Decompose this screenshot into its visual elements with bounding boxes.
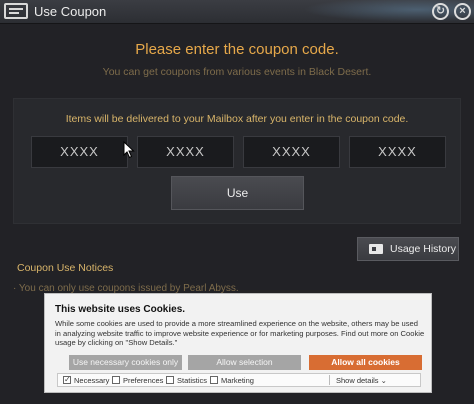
coupon-entry-panel: Items will be delivered to your Mailbox … (13, 98, 461, 224)
coupon-icon (4, 3, 28, 19)
notices-title: Coupon Use Notices (17, 262, 114, 274)
chevron-down-icon: ⌄ (380, 376, 387, 385)
cookie-body: While some cookies are used to provide a… (55, 319, 425, 347)
necessary-cookies-button[interactable]: Use necessary cookies only (69, 355, 182, 370)
option-necessary[interactable]: Necessary (63, 374, 110, 386)
page-subheading: You can get coupons from various events … (102, 66, 372, 78)
coupon-code-input-4[interactable]: XXXX (349, 136, 446, 168)
coupon-code-input-1[interactable]: XXXX (31, 136, 128, 168)
checkbox-statistics[interactable] (166, 376, 174, 384)
option-statistics[interactable]: Statistics (166, 375, 207, 386)
usage-history-label: Usage History (390, 243, 456, 255)
coupon-code-input-2[interactable]: XXXX (137, 136, 234, 168)
refresh-icon[interactable]: ↻ (432, 3, 449, 20)
allow-all-cookies-button[interactable]: Allow all cookies (309, 355, 422, 370)
cookie-options-bar: Necessary Preferences Statistics Marketi… (57, 373, 421, 387)
checkbox-preferences[interactable] (112, 376, 120, 384)
allow-selection-button[interactable]: Allow selection (188, 355, 301, 370)
cookie-consent-banner: This website uses Cookies. While some co… (44, 293, 432, 393)
close-icon[interactable]: × (454, 3, 471, 20)
ticket-icon (369, 244, 383, 254)
checkbox-marketing[interactable] (210, 376, 218, 384)
page-heading: Please enter the coupon code. (135, 41, 339, 58)
window-title: Use Coupon (34, 4, 107, 19)
cookie-title: This website uses Cookies. (55, 304, 186, 315)
option-marketing[interactable]: Marketing (210, 375, 254, 386)
show-details-label: Show details (336, 376, 379, 385)
use-button[interactable]: Use (171, 176, 304, 210)
title-bar: Use Coupon ↻ × (0, 0, 474, 24)
option-statistics-label: Statistics (177, 376, 208, 385)
checkbox-necessary[interactable] (63, 374, 71, 385)
use-coupon-window: Use Coupon ↻ × Please enter the coupon c… (0, 0, 474, 404)
option-preferences[interactable]: Preferences (112, 375, 163, 386)
option-necessary-label: Necessary (74, 376, 110, 385)
delivery-note: Items will be delivered to your Mailbox … (65, 113, 409, 125)
show-details-link[interactable]: Show details ⌄ (336, 375, 387, 386)
option-preferences-label: Preferences (123, 376, 164, 385)
usage-history-button[interactable]: Usage History (357, 237, 459, 261)
options-divider (329, 375, 330, 385)
coupon-code-input-3[interactable]: XXXX (243, 136, 340, 168)
option-marketing-label: Marketing (221, 376, 254, 385)
